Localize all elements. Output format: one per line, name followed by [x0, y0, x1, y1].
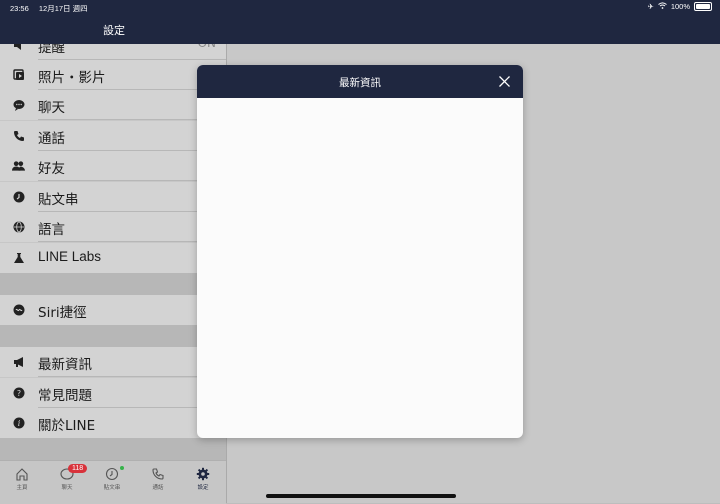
svg-text:?: ?: [16, 388, 20, 397]
settings-item-label: 常見問題: [38, 388, 92, 404]
tab-label: 通話: [152, 485, 164, 491]
settings-item-label: 關於LINE: [38, 418, 96, 434]
battery-icon: [694, 2, 712, 11]
settings-item-timeline[interactable]: 貼文串: [0, 182, 226, 212]
globe-icon: [12, 220, 25, 233]
settings-item-label: 提醒: [38, 44, 65, 56]
modal-title: 最新資訊: [339, 77, 381, 89]
news-modal: 最新資訊: [197, 65, 523, 438]
settings-item-label: 語言: [38, 222, 65, 238]
settings-item-friends[interactable]: 好友: [0, 151, 226, 181]
phone-icon: [152, 468, 164, 480]
settings-item-news[interactable]: 最新資訊: [0, 347, 226, 377]
modal-header: 最新資訊: [197, 65, 523, 98]
tab-calls[interactable]: 通話: [143, 467, 173, 491]
wifi-icon: [657, 2, 667, 11]
settings-item-language[interactable]: 語言: [0, 212, 226, 242]
settings-item-label: 最新資訊: [38, 357, 92, 373]
airplane-icon: ✈: [647, 2, 654, 11]
page-title: 設定: [103, 24, 125, 37]
tab-bar: 主頁 聊天 貼文串 通話 設定: [0, 460, 226, 504]
settings-item-about-line[interactable]: i 關於LINE: [0, 408, 226, 438]
tab-timeline[interactable]: 貼文串: [97, 467, 127, 491]
settings-item-siri-shortcuts[interactable]: Siri捷徑: [0, 295, 226, 325]
settings-item-photos-videos[interactable]: 照片・影片: [0, 60, 226, 90]
tab-settings[interactable]: 設定: [188, 467, 218, 491]
status-bar-right: ✈ 100%: [648, 2, 712, 11]
clock-icon: [105, 467, 119, 481]
chat-bubble-icon: [12, 98, 25, 111]
modal-content: [197, 98, 523, 438]
section-separator: [0, 325, 226, 347]
photo-video-icon: [12, 68, 25, 81]
settings-list: 提醒 ON 照片・影片 聊天 通話 好友 貼文串: [0, 44, 226, 460]
section-separator: [0, 273, 226, 295]
settings-item-calls[interactable]: 通話: [0, 121, 226, 151]
chat-unread-badge: 118: [68, 464, 88, 473]
settings-item-label: Siri捷徑: [38, 305, 87, 321]
flask-icon: [12, 251, 25, 264]
tab-label: 貼文串: [103, 485, 121, 491]
status-bar-left: 23:56 12月17日 週四: [10, 3, 96, 14]
question-icon: ?: [12, 386, 25, 399]
status-date: 12月17日 週四: [38, 4, 88, 13]
settings-item-label: 貼文串: [38, 192, 79, 208]
info-icon: i: [12, 416, 25, 429]
settings-item-label: 聊天: [38, 100, 65, 116]
phone-icon: [12, 129, 25, 142]
tab-label: 聊天: [61, 485, 73, 491]
settings-item-label: 好友: [38, 161, 65, 177]
status-time: 23:56: [10, 4, 29, 13]
megaphone-icon: [12, 355, 25, 368]
settings-item-label: LINE Labs: [38, 249, 102, 264]
settings-item-line-labs[interactable]: LINE Labs: [0, 243, 226, 273]
tab-label: 設定: [197, 485, 209, 491]
settings-item-label: 通話: [38, 131, 65, 147]
friends-icon: [12, 159, 25, 172]
home-icon: [16, 468, 28, 481]
settings-item-label: 照片・影片: [38, 70, 106, 86]
tab-home[interactable]: 主頁: [7, 467, 37, 491]
settings-item-chats[interactable]: 聊天: [0, 90, 226, 120]
gear-icon: [196, 467, 210, 481]
section-separator: [0, 438, 226, 460]
top-bar: 23:56 12月17日 週四 ✈ 100% 設定: [0, 0, 720, 44]
settings-item-faq[interactable]: ? 常見問題: [0, 378, 226, 408]
settings-item-value: ON: [198, 44, 216, 50]
tab-label: 主頁: [16, 485, 28, 491]
settings-item-notifications[interactable]: 提醒 ON: [0, 44, 226, 60]
speaker-icon: [12, 44, 25, 51]
siri-icon: [12, 303, 25, 316]
battery-percent: 100%: [670, 2, 690, 11]
close-icon[interactable]: [498, 75, 511, 88]
svg-text:i: i: [17, 419, 20, 428]
home-indicator[interactable]: [266, 494, 456, 498]
timeline-new-dot: [120, 466, 124, 470]
timeline-icon: [12, 190, 25, 203]
